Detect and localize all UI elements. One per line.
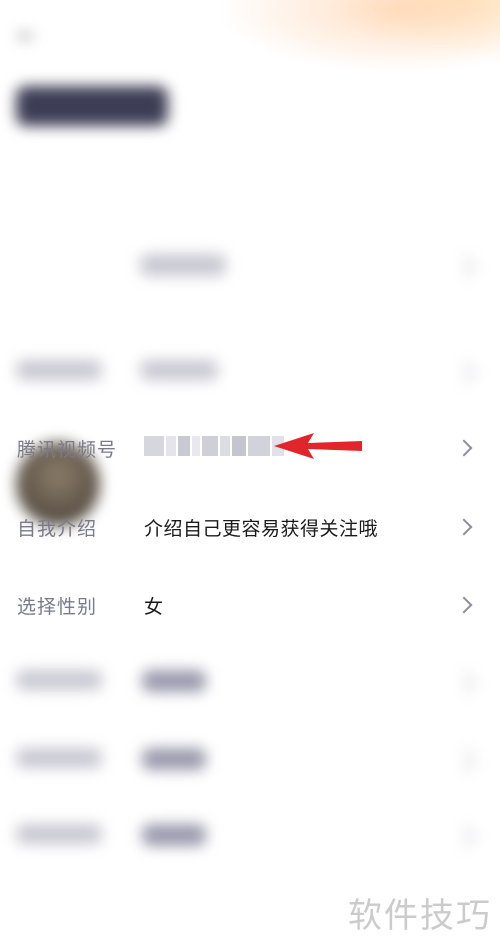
profile-row-hidden-3[interactable] — [0, 738, 500, 778]
self-intro-value: 介绍自己更容易获得关注哦 — [144, 518, 379, 540]
row-value — [142, 670, 206, 692]
profile-row-hidden-2[interactable] — [0, 660, 500, 700]
tencent-video-id-redacted — [144, 436, 284, 456]
avatar-row[interactable] — [0, 220, 500, 526]
chevron-right-icon — [452, 360, 477, 385]
chevron-right-icon — [452, 824, 477, 849]
tencent-video-label: 腾讯视频号 — [17, 439, 118, 461]
profile-row-gender[interactable]: 选择性别 女 — [0, 582, 500, 626]
profile-row-hidden-4[interactable] — [0, 814, 500, 854]
row-value — [142, 748, 206, 770]
row-value — [140, 360, 218, 380]
chevron-right-icon — [452, 748, 477, 773]
self-intro-label: 自我介绍 — [17, 518, 98, 540]
chevron-right-icon — [455, 518, 473, 536]
row-value — [142, 824, 206, 846]
profile-row-self-intro[interactable]: 自我介绍 介绍自己更容易获得关注哦 — [0, 504, 500, 548]
chevron-right-icon — [452, 670, 477, 695]
page-title — [16, 86, 168, 126]
row-label — [16, 748, 102, 768]
red-arrow-annotation — [274, 433, 362, 459]
row-label — [16, 670, 102, 690]
row-label — [16, 824, 102, 844]
chevron-right-icon — [452, 254, 477, 279]
profile-row-hidden-1[interactable] — [0, 350, 500, 390]
chevron-right-icon — [455, 439, 473, 457]
watermark: 软件技巧 — [348, 896, 492, 936]
gender-value: 女 — [144, 596, 164, 618]
back-arrow-icon[interactable]: ← — [18, 24, 44, 50]
row-label — [16, 360, 102, 380]
nickname-value — [140, 254, 226, 276]
gender-label: 选择性别 — [17, 596, 98, 618]
chevron-right-icon — [455, 596, 473, 614]
